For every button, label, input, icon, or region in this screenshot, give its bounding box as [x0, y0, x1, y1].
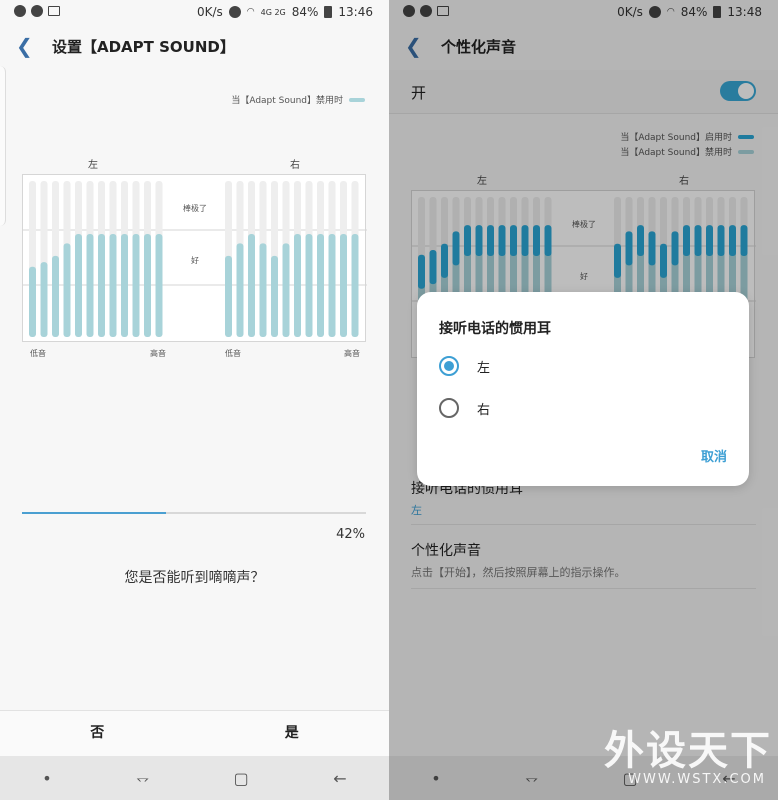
option-right[interactable]: 右 — [439, 398, 490, 418]
answer-ear-dialog: 接听电话的惯用耳 左 右 取消 — [417, 292, 749, 486]
left-bar — [86, 234, 94, 337]
left-bar — [63, 243, 71, 337]
chart-label-good: 好 — [191, 256, 199, 265]
legend-disabled-swatch — [349, 97, 365, 102]
battery-icon — [324, 6, 333, 18]
sim-indicator: 4G 2G — [260, 7, 286, 17]
legend-disabled: 当【Adapt Sound】禁用时 — [231, 93, 365, 106]
left-bar — [121, 234, 128, 337]
side-edge-handle[interactable] — [0, 66, 6, 226]
back-nav-icon[interactable]: ← — [333, 769, 346, 788]
network-speed: 0K/s — [196, 5, 223, 19]
cancel-button[interactable]: 取消 — [701, 446, 727, 465]
recent-apps-icon[interactable]: ⥐ — [136, 768, 149, 788]
left-screen: 0K/s ◠ 4G 2G 84% 13:46 ❮ 设置【ADAPT SOUND】… — [0, 0, 389, 800]
right-bar — [236, 243, 244, 337]
left-bar — [155, 234, 163, 337]
option-left[interactable]: 左 — [439, 356, 490, 376]
right-bar — [294, 234, 301, 337]
hearing-chart: 棒极了 好 — [22, 174, 367, 342]
page-title: 设置【ADAPT SOUND】 — [52, 38, 235, 56]
right-bar — [259, 243, 267, 337]
right-low-tick: 低音 — [225, 349, 241, 358]
right-bar — [317, 234, 324, 337]
watermark-logo: 外设天下 — [604, 718, 772, 776]
left-bar — [40, 262, 48, 337]
radio-selected-icon[interactable] — [439, 356, 459, 376]
test-progress-bar — [22, 512, 366, 514]
legend-disabled-label: 当【Adapt Sound】禁用时 — [231, 96, 343, 106]
left-bar — [98, 234, 105, 337]
image-icon — [48, 6, 60, 16]
left-bar — [109, 234, 117, 337]
status-bar: 0K/s ◠ 4G 2G 84% 13:46 — [0, 0, 389, 26]
clock: 13:46 — [338, 5, 373, 19]
right-bar — [271, 255, 278, 337]
nav-dot-icon[interactable]: • — [42, 769, 51, 788]
right-bar — [328, 234, 336, 337]
watermark-url: WWW.WSTX.COM — [628, 772, 766, 787]
alarm-icon — [228, 6, 241, 18]
dialog-title: 接听电话的惯用耳 — [439, 321, 551, 337]
wifi-icon: ◠ — [246, 7, 255, 17]
right-bar — [340, 234, 347, 337]
radio-unselected-icon[interactable] — [439, 398, 459, 418]
answer-bar: 否 是 — [0, 710, 389, 756]
right-screen: 0K/s ◠ 84% 13:48 ❮ 个性化声音 开 当【Adapt Sound… — [389, 0, 778, 800]
yes-button[interactable]: 是 — [195, 711, 390, 756]
app-notification-icon — [14, 5, 26, 17]
right-bar — [305, 234, 313, 337]
left-bar — [144, 234, 151, 337]
app-bar: ❮ 设置【ADAPT SOUND】 — [0, 26, 389, 66]
back-arrow-icon[interactable]: ❮ — [16, 34, 33, 58]
right-bar — [248, 234, 255, 337]
left-bar — [132, 234, 140, 337]
left-low-tick: 低音 — [30, 349, 46, 358]
left-bar — [29, 266, 36, 337]
left-bar — [52, 255, 59, 337]
nav-bar: • ⥐ ▢ ← — [0, 756, 389, 800]
option-right-label: 右 — [477, 402, 491, 418]
option-left-label: 左 — [477, 360, 491, 376]
left-high-tick: 高音 — [150, 349, 166, 358]
left-ear-label: 左 — [88, 160, 98, 171]
test-progress-fill — [22, 512, 167, 514]
test-progress-label: 42% — [336, 527, 365, 542]
beep-question: 您是否能听到嘀嘀声？ — [124, 570, 265, 586]
right-bar — [282, 243, 290, 337]
wechat-icon — [31, 5, 43, 17]
right-high-tick: 高音 — [344, 349, 360, 358]
right-ear-label: 右 — [290, 160, 300, 171]
home-icon[interactable]: ▢ — [234, 769, 249, 788]
battery-percent: 84% — [291, 5, 319, 19]
watermark-text: 外设天下 — [604, 728, 772, 774]
left-bar — [75, 234, 82, 337]
right-bar — [351, 234, 359, 337]
right-bar — [225, 255, 232, 337]
chart-label-excellent: 棒极了 — [183, 204, 207, 213]
no-button[interactable]: 否 — [0, 711, 195, 756]
